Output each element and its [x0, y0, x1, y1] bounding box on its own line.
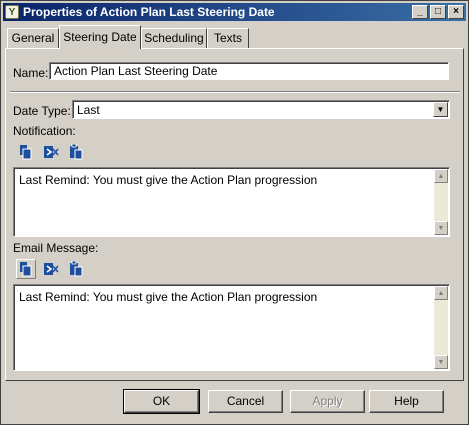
- name-label: Name:: [13, 66, 49, 80]
- insert-formula-icon[interactable]: [41, 142, 61, 162]
- scroll-down-icon[interactable]: ▼: [434, 355, 448, 369]
- insert-field-icon[interactable]: [16, 259, 36, 279]
- email-message-label: Email Message:: [13, 241, 99, 255]
- tab-general[interactable]: General: [7, 28, 59, 48]
- help-button[interactable]: Help: [369, 390, 444, 413]
- separator: [10, 91, 460, 93]
- insert-formula-icon[interactable]: [41, 259, 61, 279]
- scroll-down-icon[interactable]: ▼: [434, 221, 448, 235]
- chevron-down-icon[interactable]: ▼: [433, 102, 448, 117]
- close-button[interactable]: ×: [448, 5, 464, 19]
- notification-scrollbar[interactable]: ▲ ▼: [434, 169, 448, 235]
- email-scrollbar[interactable]: ▲ ▼: [434, 286, 448, 369]
- title-bar[interactable]: Y Properties of Action Plan Last Steerin…: [3, 3, 466, 21]
- cancel-button[interactable]: Cancel: [208, 390, 283, 413]
- email-message-textarea[interactable]: Last Remind: You must give the Action Pl…: [13, 284, 450, 371]
- properties-dialog: Y Properties of Action Plan Last Steerin…: [0, 0, 469, 425]
- tab-steering-date[interactable]: Steering Date: [59, 25, 141, 49]
- tab-scheduling[interactable]: Scheduling: [141, 28, 207, 48]
- tab-texts[interactable]: Texts: [207, 28, 249, 48]
- app-icon: Y: [5, 5, 19, 19]
- name-field[interactable]: Action Plan Last Steering Date: [49, 62, 449, 80]
- scroll-up-icon[interactable]: ▲: [434, 169, 448, 183]
- paste-icon[interactable]: [66, 259, 86, 279]
- insert-field-icon[interactable]: [16, 142, 36, 162]
- date-type-label: Date Type:: [13, 104, 71, 118]
- notification-label: Notification:: [13, 124, 76, 138]
- email-message-text: Last Remind: You must give the Action Pl…: [19, 290, 318, 304]
- notification-text: Last Remind: You must give the Action Pl…: [19, 173, 318, 187]
- minimize-button[interactable]: _: [412, 5, 428, 19]
- date-type-select[interactable]: Last ▼: [72, 100, 450, 119]
- notification-toolbar: [16, 142, 86, 162]
- window-title: Properties of Action Plan Last Steering …: [23, 5, 275, 19]
- steering-date-panel: Name: Action Plan Last Steering Date Dat…: [5, 48, 464, 381]
- maximize-button[interactable]: □: [430, 5, 446, 19]
- date-type-value: Last: [77, 103, 100, 117]
- email-toolbar: [16, 259, 86, 279]
- apply-button[interactable]: Apply: [290, 390, 365, 413]
- scroll-up-icon[interactable]: ▲: [434, 286, 448, 300]
- paste-icon[interactable]: [66, 142, 86, 162]
- notification-textarea[interactable]: Last Remind: You must give the Action Pl…: [13, 167, 450, 237]
- ok-button[interactable]: OK: [123, 389, 200, 414]
